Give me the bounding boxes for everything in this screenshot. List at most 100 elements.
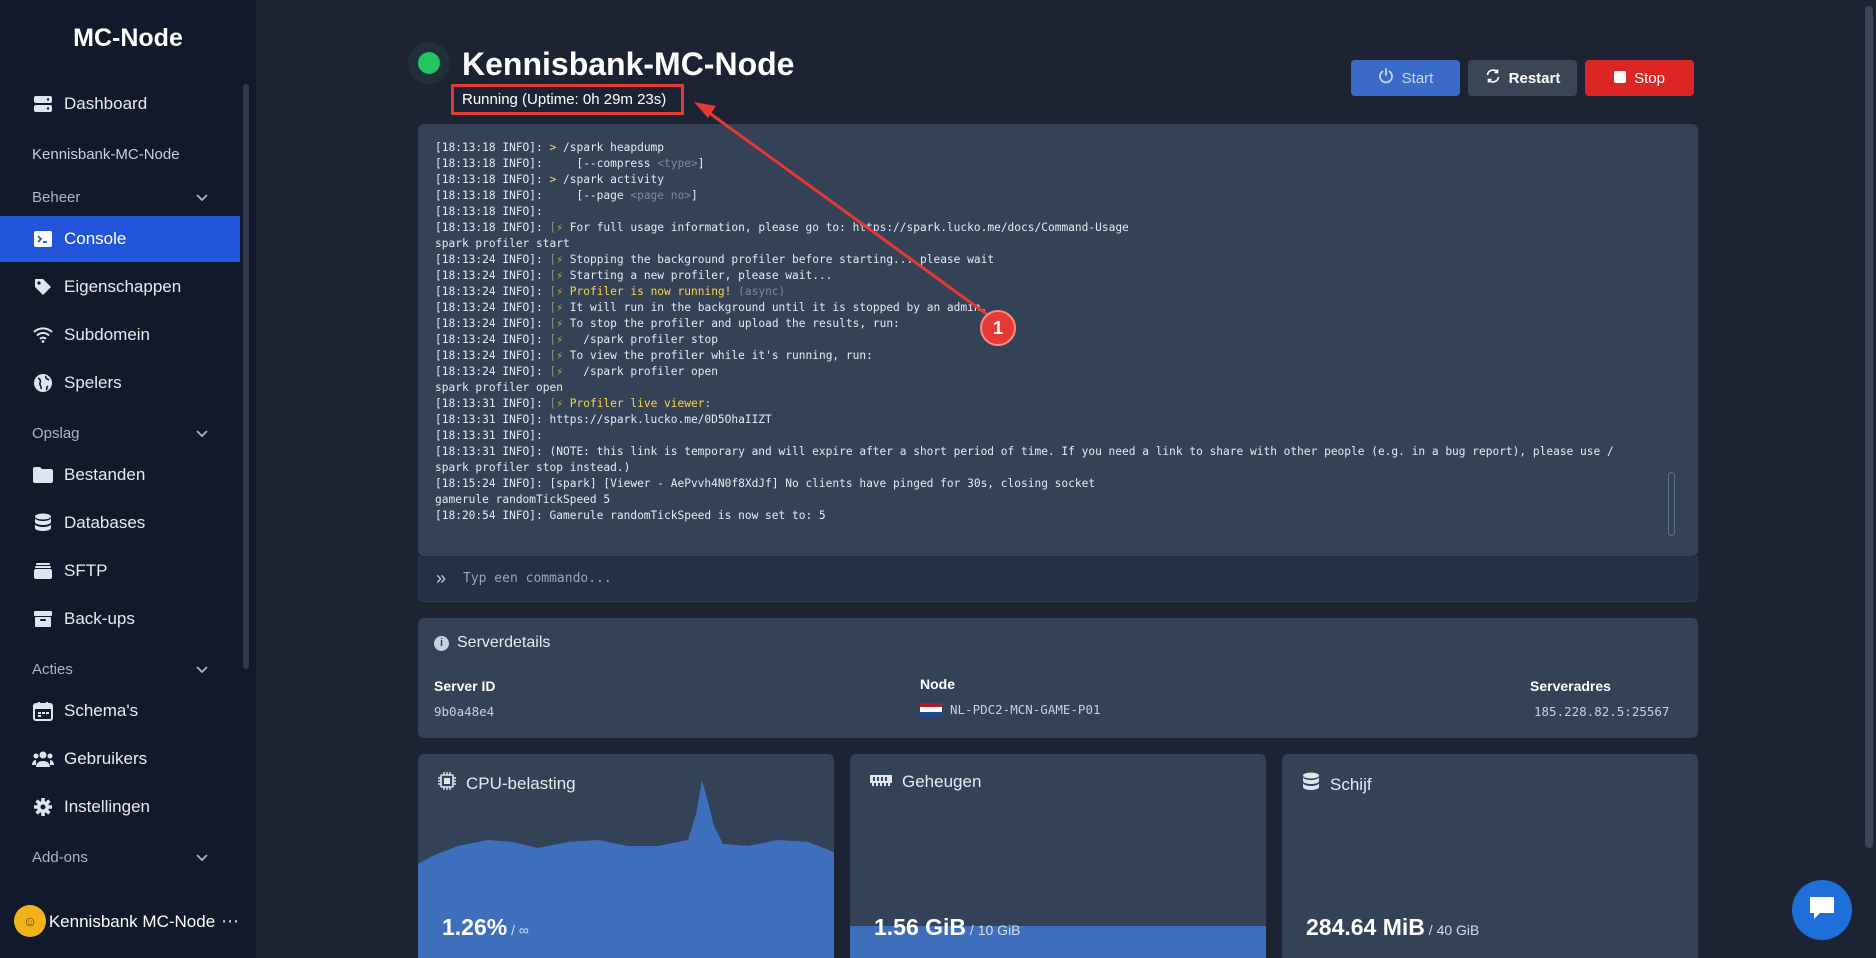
server-id-value[interactable]: 9b0a48e4 (434, 704, 494, 719)
console-segment: ⚡ (556, 269, 564, 282)
console-segment: [18:13:24 INFO]: (435, 349, 550, 362)
info-icon: i (434, 635, 449, 651)
database-icon (32, 512, 54, 534)
console-segment: [18:13:24 INFO]: (435, 317, 550, 330)
console-line: [18:13:18 INFO]: [--compress <type>] (435, 156, 1685, 172)
sidebar-server-name[interactable]: Kennisbank-MC-Node (32, 146, 180, 163)
console-scrollbar[interactable] (1668, 472, 1675, 536)
sidebar-item-spelers[interactable]: Spelers (0, 360, 240, 406)
archive-icon (32, 608, 54, 630)
console-segment: It will run in the background until it i… (563, 301, 988, 314)
user-menu[interactable]: ☺ Kennisbank MC-Node ⋯ (14, 896, 242, 946)
cpu-title-text: CPU-belasting (466, 773, 576, 793)
sidebar-item-eigenschappen[interactable]: Eigenschappen (0, 264, 240, 310)
memory-value: 1.56 GiB / 10 GiB (874, 914, 1021, 941)
globe-icon (32, 372, 54, 394)
chat-bubble-icon (1808, 895, 1836, 926)
console-segment: [--page (576, 189, 631, 202)
server-details-panel: i Serverdetails Server ID 9b0a48e4 Node … (418, 618, 1698, 738)
sidebar-item-schemas[interactable]: Schema's (0, 688, 240, 734)
console-segment: [18:20:54 INFO]: Gamerule randomTickSpee… (435, 509, 826, 522)
more-options-icon[interactable]: ⋯ (218, 911, 242, 932)
sidebar-item-subdomein[interactable]: Subdomein (0, 312, 240, 358)
cpu-card: CPU-belasting 1.26% / ∞ (418, 754, 834, 958)
console-segment: <type> (657, 157, 698, 170)
server-details-title: i Serverdetails (434, 634, 550, 652)
console-segment: ⚡ (556, 349, 564, 362)
console-segment: [18:13:24 INFO]: (435, 285, 550, 298)
sidebar-section-acties[interactable]: Acties (32, 661, 208, 678)
user-name: Kennisbank MC-Node (48, 911, 216, 931)
section-label: Add-ons (32, 849, 88, 866)
sidebar-item-label: Schema's (64, 701, 139, 720)
sidebar-item-label: SFTP (64, 561, 108, 580)
stop-label: Stop (1634, 69, 1665, 87)
stop-button[interactable]: Stop (1585, 60, 1694, 96)
console-segment: ⚡ (556, 317, 564, 330)
section-label: Beheer (32, 189, 81, 206)
console-line: [18:13:24 INFO]: [⚡ Starting a new profi… (435, 268, 1685, 284)
console-segment: <page no> (630, 189, 691, 202)
users-icon (32, 748, 54, 770)
sidebar-item-bestanden[interactable]: Bestanden (0, 452, 240, 498)
sidebar: MC-Node Dashboard Kennisbank-MC-Node Beh… (0, 0, 256, 958)
terminal-icon (32, 228, 54, 250)
sidebar-item-backups[interactable]: Back-ups (0, 596, 240, 642)
sidebar-item-console[interactable]: Console (0, 216, 240, 262)
chevron-down-icon (196, 425, 208, 442)
console-segment: [18:13:18 INFO]: (435, 157, 577, 170)
status-indicator (408, 42, 450, 84)
sidebar-item-label: Instellingen (64, 797, 151, 816)
section-label: Opslag (32, 425, 80, 442)
scrollbar-thumb[interactable] (1865, 6, 1873, 848)
console-segment: [18:13:31 INFO]: (435, 397, 550, 410)
stop-icon (1614, 70, 1627, 87)
section-label: Acties (32, 661, 73, 678)
console-line: [18:13:24 INFO]: [⚡ /spark profiler stop (435, 332, 1685, 348)
node-value: NL-PDC2-MCN-GAME-P01 (920, 702, 1101, 717)
avatar: ☺ (14, 905, 46, 937)
disk-limit: / 40 GiB (1424, 922, 1480, 938)
sidebar-section-opslag[interactable]: Opslag (32, 425, 208, 442)
console-segment: [18:13:18 INFO]: (435, 189, 577, 202)
sidebar-item-gebruikers[interactable]: Gebruikers (0, 736, 240, 782)
console-segment: Starting a new profiler, please wait... (563, 269, 833, 282)
console-line: [18:20:54 INFO]: Gamerule randomTickSpee… (435, 508, 1685, 524)
sidebar-item-label: Console (64, 229, 127, 248)
sidebar-item-dashboard[interactable]: Dashboard (0, 81, 240, 127)
console-log: [18:13:18 INFO]: > /spark heapdump [18:13… (435, 140, 1685, 540)
console-segment: /spark heapdump (563, 141, 665, 154)
cpu-limit: / ∞ (507, 922, 529, 938)
console-segment: spark profiler start (435, 237, 570, 250)
console-line: [18:13:31 INFO]: (NOTE: this link is tem… (435, 444, 1685, 460)
calendar-icon (32, 700, 54, 722)
sidebar-item-databases[interactable]: Databases (0, 500, 240, 546)
wifi-icon (32, 324, 54, 346)
console-segment: For full usage information, please go to… (563, 221, 1129, 234)
chevron-down-icon (196, 661, 208, 678)
server-stack-icon (32, 93, 54, 115)
sidebar-section-addons[interactable]: Add-ons (32, 849, 208, 866)
chevron-down-icon (196, 849, 208, 866)
cpu-value: 1.26% / ∞ (442, 914, 529, 941)
console-segment: [18:13:24 INFO]: (435, 365, 550, 378)
address-value[interactable]: 185.228.82.5:25567 (1534, 704, 1669, 719)
restart-button[interactable]: Restart (1468, 60, 1577, 96)
chat-button[interactable] (1792, 880, 1852, 940)
sidebar-item-instellingen[interactable]: Instellingen (0, 784, 240, 830)
console-line: [18:13:18 INFO]: > /spark activity (435, 172, 1685, 188)
sidebar-scrollbar[interactable] (243, 84, 249, 669)
sidebar-item-label: Databases (64, 513, 146, 532)
console-segment: (async) (731, 285, 786, 298)
sidebar-section-beheer[interactable]: Beheer (32, 189, 208, 206)
console-segment: Stopping the background profiler before … (563, 253, 995, 266)
app-logo[interactable]: MC-Node (0, 24, 256, 53)
console-output[interactable]: [18:13:18 INFO]: > /spark heapdump [18:13… (418, 124, 1698, 556)
start-button[interactable]: Start (1351, 60, 1460, 96)
console-segment: [18:13:31 INFO]: https://spark.lucko.me/… (435, 413, 772, 426)
start-label: Start (1401, 69, 1434, 87)
sidebar-item-sftp[interactable]: SFTP (0, 548, 240, 594)
page-scrollbar[interactable] (1862, 0, 1876, 958)
command-input[interactable] (463, 571, 1697, 586)
server-id-label: Server ID (434, 678, 496, 694)
